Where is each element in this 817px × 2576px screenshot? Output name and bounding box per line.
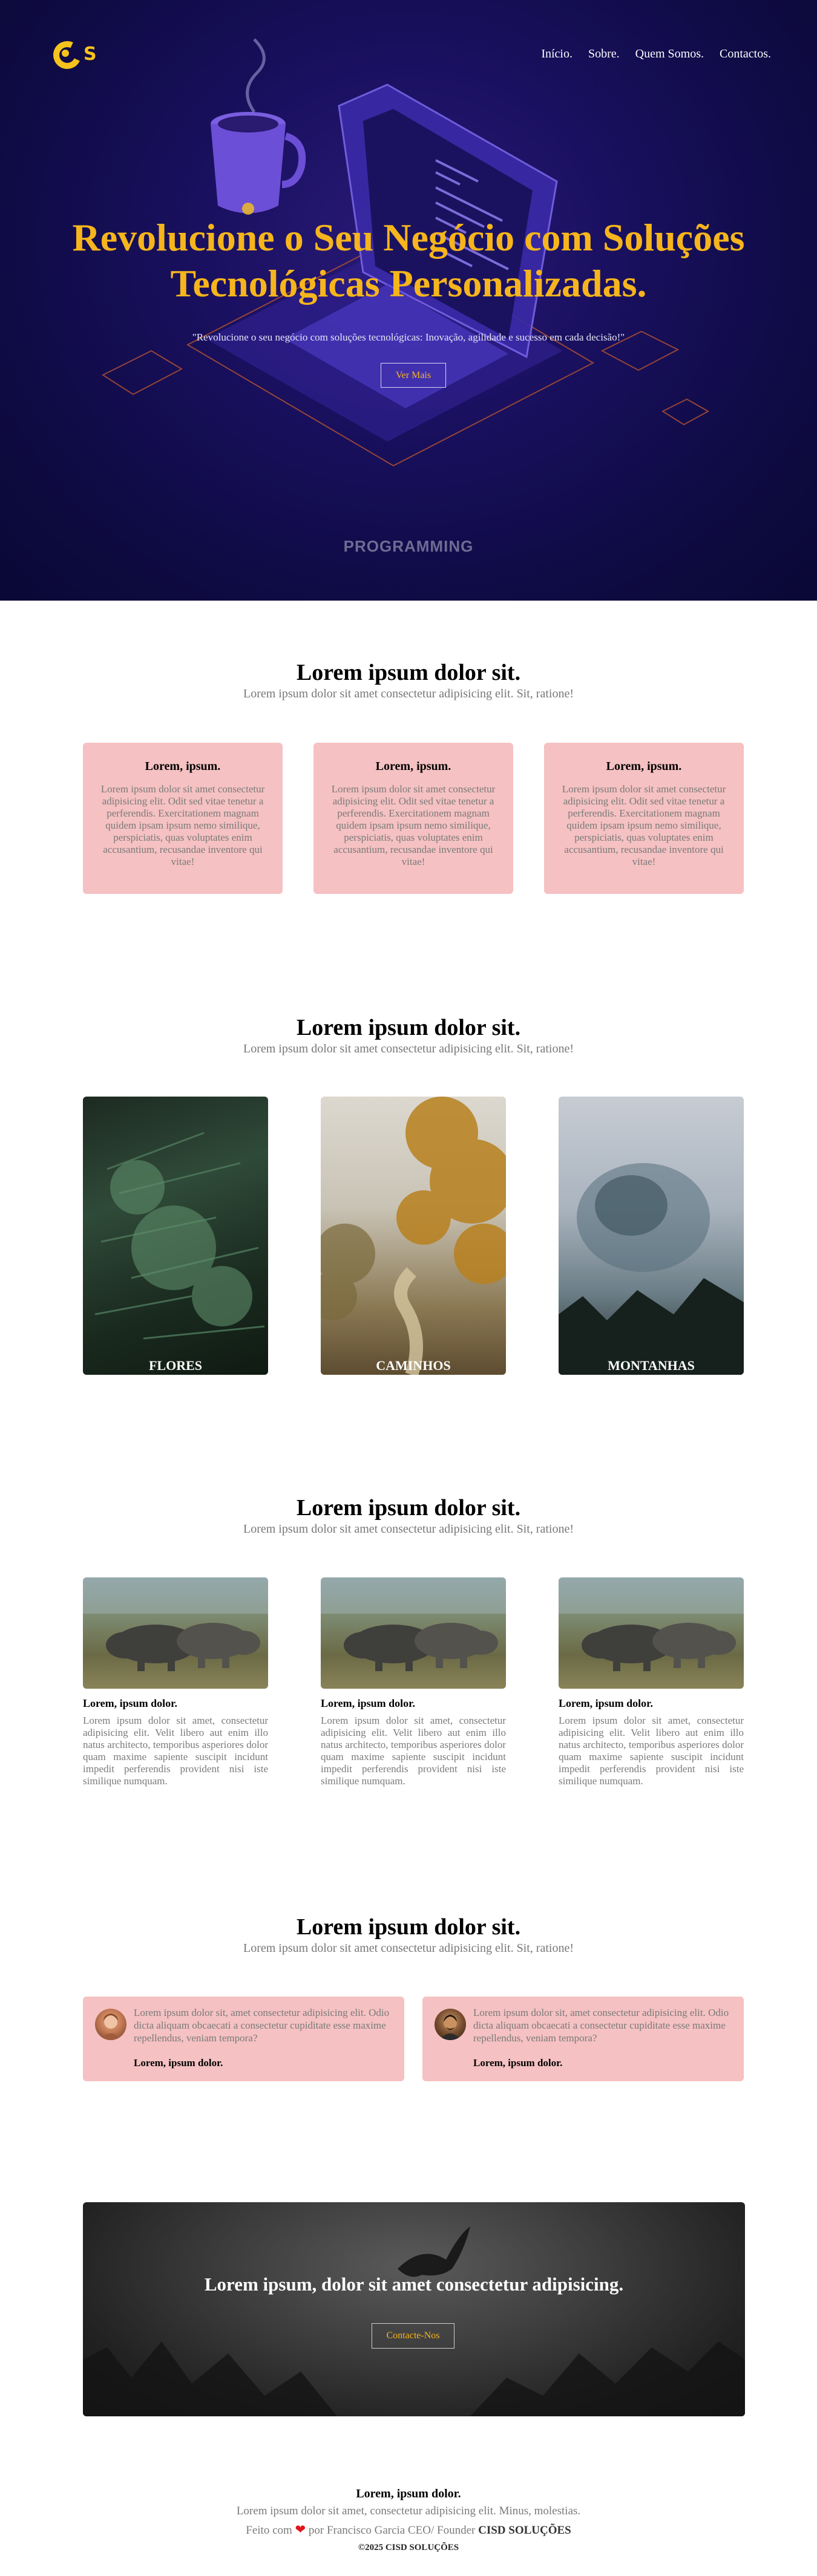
post-text: Lorem ipsum dolor sit amet, consectetur …	[559, 1715, 744, 1787]
section-subtitle: Lorem ipsum dolor sit amet consectetur a…	[243, 1522, 574, 1536]
section-title: Lorem ipsum dolor sit.	[296, 1015, 521, 1040]
gallery-label: MONTANHAS	[608, 1358, 695, 1373]
section-subtitle: Lorem ipsum dolor sit amet consectetur a…	[243, 1942, 574, 1955]
gallery-label: CAMINHOS	[376, 1358, 451, 1373]
post-text: Lorem ipsum dolor sit amet, consectetur …	[83, 1715, 268, 1787]
post-title: Lorem, ipsum dolor.	[321, 1697, 416, 1709]
pine-branches-image	[94, 1132, 265, 1340]
testimonial-card: Lorem ipsum dolor sit, amet consectetur …	[83, 1997, 404, 2081]
section-subtitle: Lorem ipsum dolor sit amet consectetur a…	[243, 1042, 574, 1055]
footer: Lorem, ipsum dolor. Lorem ipsum dolor si…	[0, 2486, 817, 2556]
footer-made-prefix: Feito com	[246, 2524, 292, 2537]
testimonial-card: Lorem ipsum dolor sit, amet consectetur …	[422, 1997, 744, 2081]
section-subtitle: Lorem ipsum dolor sit amet consectetur a…	[243, 687, 574, 700]
footer-copyright: ©2025 CISD SOLUÇÕES	[358, 2543, 459, 2552]
ver-mais-button[interactable]: Ver Mais	[381, 363, 446, 388]
gallery-card-montanhas[interactable]: MONTANHAS	[559, 1097, 744, 1375]
services-heading: Lorem ipsum dolor sit. Lorem ipsum dolor…	[0, 659, 817, 702]
testimonial-author: Lorem, ipsum dolor.	[473, 2057, 563, 2069]
cta-title: Lorem ipsum, dolor sit amet consectetur …	[204, 2274, 624, 2295]
service-card-text: Lorem ipsum dolor sit amet consectetur a…	[331, 783, 496, 867]
gallery-card-flores[interactable]: FLORES	[83, 1097, 268, 1375]
service-card-title: Lorem, ipsum.	[145, 760, 221, 773]
nav-link-sobre[interactable]: Sobre.	[588, 47, 620, 61]
gallery-card-caminhos[interactable]: CAMINHOS	[321, 1097, 506, 1375]
testimonial-author: Lorem, ipsum dolor.	[134, 2057, 223, 2069]
section-title: Lorem ipsum dolor sit.	[296, 1914, 521, 1940]
post-title: Lorem, ipsum dolor.	[559, 1697, 654, 1709]
footer-title: Lorem, ipsum dolor.	[356, 2487, 461, 2500]
cisd-logo[interactable]: S	[49, 37, 102, 73]
hero-title: Revolucione o Seu Negócio com Soluções T…	[72, 216, 745, 305]
eagle-forest-background	[83, 2226, 745, 2416]
footer-made-suffix: por Francisco Garcia CEO/ Founder	[308, 2524, 476, 2537]
logo-letter: S	[84, 44, 97, 65]
hero-subtitle: "Revolucione o seu negócio com soluções …	[192, 331, 625, 343]
heart-icon: ❤	[295, 2522, 306, 2537]
rhino-image	[559, 1577, 744, 1689]
service-card-text: Lorem ipsum dolor sit amet consectetur a…	[562, 783, 726, 867]
avatar	[95, 2009, 126, 2040]
gallery-heading: Lorem ipsum dolor sit. Lorem ipsum dolor…	[0, 1014, 817, 1057]
section-title: Lorem ipsum dolor sit.	[296, 660, 521, 685]
main-nav: Início. Sobre. Quem Somos. Contactos.	[541, 47, 771, 61]
testimonial-quote: Lorem ipsum dolor sit, amet consectetur …	[473, 2007, 729, 2044]
contacte-nos-button[interactable]: Contacte-Nos	[372, 2323, 454, 2349]
testimonials-heading: Lorem ipsum dolor sit. Lorem ipsum dolor…	[0, 1914, 817, 1956]
service-card: Lorem, ipsum. Lorem ipsum dolor sit amet…	[83, 743, 283, 894]
nav-link-inicio[interactable]: Início.	[541, 47, 573, 61]
post-title: Lorem, ipsum dolor.	[83, 1697, 178, 1709]
posts-heading: Lorem ipsum dolor sit. Lorem ipsum dolor…	[0, 1495, 817, 1537]
hero-section: S Início. Sobre. Quem Somos. Contactos. …	[0, 0, 817, 601]
service-card: Lorem, ipsum. Lorem ipsum dolor sit amet…	[313, 743, 513, 894]
testimonial-quote: Lorem ipsum dolor sit, amet consectetur …	[134, 2007, 390, 2044]
nav-link-contactos[interactable]: Contactos.	[720, 47, 771, 61]
post-card[interactable]: Lorem, ipsum dolor. Lorem ipsum dolor si…	[559, 1577, 744, 1787]
gallery-label: FLORES	[148, 1358, 203, 1373]
service-card: Lorem, ipsum. Lorem ipsum dolor sit amet…	[544, 743, 744, 894]
service-card-text: Lorem ipsum dolor sit amet consectetur a…	[100, 783, 265, 867]
misty-mountain-image	[559, 1163, 744, 1375]
section-title: Lorem ipsum dolor sit.	[296, 1495, 521, 1521]
footer-credits: Feito com ❤ por Francisco Garcia CEO/ Fo…	[0, 2521, 817, 2539]
post-card[interactable]: Lorem, ipsum dolor. Lorem ipsum dolor si…	[83, 1577, 268, 1787]
footer-text: Lorem ipsum dolor sit amet, consectetur …	[236, 2505, 581, 2517]
rhino-image	[83, 1577, 268, 1689]
post-card[interactable]: Lorem, ipsum dolor. Lorem ipsum dolor si…	[321, 1577, 506, 1787]
rhino-image	[321, 1577, 506, 1689]
nav-link-quem-somos[interactable]: Quem Somos.	[635, 47, 704, 61]
service-card-title: Lorem, ipsum.	[375, 760, 451, 773]
avatar	[435, 2009, 466, 2040]
footer-company: CISD SOLUÇÕES	[478, 2524, 571, 2537]
cta-banner: Lorem ipsum, dolor sit amet consectetur …	[83, 2202, 745, 2416]
forest-path-image	[321, 1097, 506, 1375]
post-text: Lorem ipsum dolor sit amet, consectetur …	[321, 1715, 506, 1787]
logo-dot	[62, 50, 69, 57]
hero-caption: PROGRAMMING	[343, 537, 474, 555]
service-card-title: Lorem, ipsum.	[606, 760, 682, 773]
